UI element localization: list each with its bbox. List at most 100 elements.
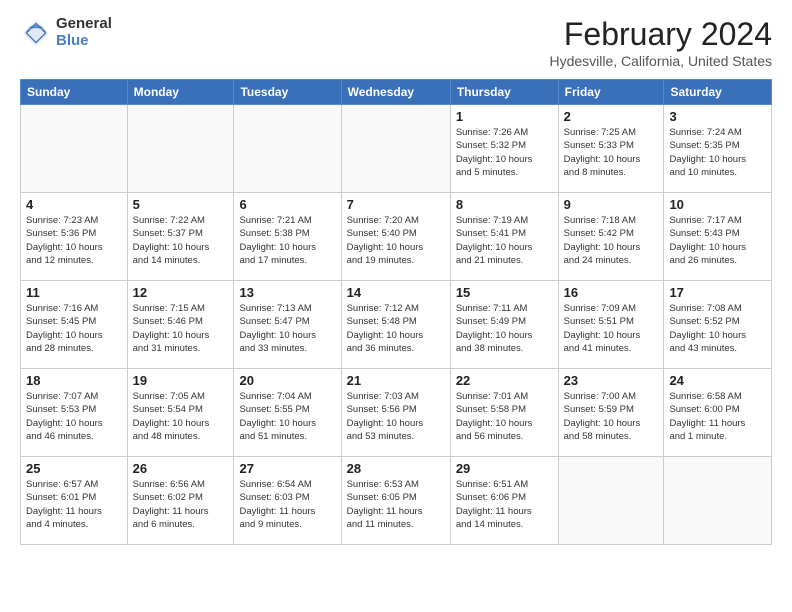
header-tuesday: Tuesday	[234, 80, 341, 105]
header-sunday: Sunday	[21, 80, 128, 105]
day-number: 10	[669, 197, 766, 212]
header-wednesday: Wednesday	[341, 80, 450, 105]
day-number: 4	[26, 197, 122, 212]
day-number: 3	[669, 109, 766, 124]
day-number: 29	[456, 461, 553, 476]
calendar-cell	[127, 105, 234, 193]
day-number: 16	[564, 285, 659, 300]
calendar-cell: 21Sunrise: 7:03 AM Sunset: 5:56 PM Dayli…	[341, 369, 450, 457]
day-info: Sunrise: 7:16 AM Sunset: 5:45 PM Dayligh…	[26, 302, 122, 355]
day-number: 5	[133, 197, 229, 212]
day-number: 7	[347, 197, 445, 212]
day-info: Sunrise: 7:20 AM Sunset: 5:40 PM Dayligh…	[347, 214, 445, 267]
day-number: 27	[239, 461, 335, 476]
calendar-cell: 22 Sunrise: 7:01 AM Sunset: 5:58 PM Dayli…	[450, 369, 558, 457]
day-info: Sunrise: 7:13 AM Sunset: 5:47 PM Dayligh…	[239, 302, 335, 355]
day-number: 11	[26, 285, 122, 300]
day-info: Sunrise: 7:08 AM Sunset: 5:52 PM Dayligh…	[669, 302, 766, 355]
calendar-cell: 27 Sunrise: 6:54 AM Sunset: 6:03 PM Dayli…	[234, 457, 341, 545]
calendar-week-4: 25 Sunrise: 6:57 AM Sunset: 6:01 PM Dayli…	[21, 457, 772, 545]
calendar-cell: 5 Sunrise: 7:22 AM Sunset: 5:37 PM Daylig…	[127, 193, 234, 281]
calendar-cell: 3 Sunrise: 7:24 AM Sunset: 5:35 PM Daylig…	[664, 105, 772, 193]
calendar-cell: 23 Sunrise: 7:00 AM Sunset: 5:59 PM Dayli…	[558, 369, 664, 457]
calendar-cell	[21, 105, 128, 193]
calendar-cell	[341, 105, 450, 193]
day-number: 28	[347, 461, 445, 476]
calendar-cell: 18Sunrise: 7:07 AM Sunset: 5:53 PM Dayli…	[21, 369, 128, 457]
header-monday: Monday	[127, 80, 234, 105]
calendar-cell: 2 Sunrise: 7:25 AM Sunset: 5:33 PM Daylig…	[558, 105, 664, 193]
day-info: Sunrise: 7:23 AM Sunset: 5:36 PM Dayligh…	[26, 214, 122, 267]
logo-text: General Blue	[56, 16, 112, 49]
day-number: 20	[239, 373, 335, 388]
calendar-cell: 20 Sunrise: 7:04 AM Sunset: 5:55 PM Dayli…	[234, 369, 341, 457]
day-number: 9	[564, 197, 659, 212]
day-number: 15	[456, 285, 553, 300]
day-info: Sunrise: 7:18 AM Sunset: 5:42 PM Dayligh…	[564, 214, 659, 267]
calendar-cell: 24Sunrise: 6:58 AM Sunset: 6:00 PM Dayli…	[664, 369, 772, 457]
calendar-cell: 8Sunrise: 7:19 AM Sunset: 5:41 PM Daylig…	[450, 193, 558, 281]
day-number: 13	[239, 285, 335, 300]
day-number: 23	[564, 373, 659, 388]
day-info: Sunrise: 7:07 AM Sunset: 5:53 PM Dayligh…	[26, 390, 122, 443]
day-info: Sunrise: 7:17 AM Sunset: 5:43 PM Dayligh…	[669, 214, 766, 267]
day-info: Sunrise: 6:53 AM Sunset: 6:05 PM Dayligh…	[347, 478, 445, 531]
logo-blue: Blue	[56, 33, 112, 50]
day-number: 2	[564, 109, 659, 124]
day-number: 26	[133, 461, 229, 476]
day-number: 21	[347, 373, 445, 388]
calendar-cell: 4 Sunrise: 7:23 AM Sunset: 5:36 PM Daylig…	[21, 193, 128, 281]
day-info: Sunrise: 7:15 AM Sunset: 5:46 PM Dayligh…	[133, 302, 229, 355]
day-info: Sunrise: 6:54 AM Sunset: 6:03 PM Dayligh…	[239, 478, 335, 531]
calendar-cell: 9 Sunrise: 7:18 AM Sunset: 5:42 PM Daylig…	[558, 193, 664, 281]
calendar-cell	[234, 105, 341, 193]
calendar-week-1: 4 Sunrise: 7:23 AM Sunset: 5:36 PM Daylig…	[21, 193, 772, 281]
day-info: Sunrise: 7:25 AM Sunset: 5:33 PM Dayligh…	[564, 126, 659, 179]
day-info: Sunrise: 7:24 AM Sunset: 5:35 PM Dayligh…	[669, 126, 766, 179]
day-number: 19	[133, 373, 229, 388]
calendar-cell: 10 Sunrise: 7:17 AM Sunset: 5:43 PM Dayli…	[664, 193, 772, 281]
day-info: Sunrise: 7:04 AM Sunset: 5:55 PM Dayligh…	[239, 390, 335, 443]
day-number: 17	[669, 285, 766, 300]
day-info: Sunrise: 7:19 AM Sunset: 5:41 PM Dayligh…	[456, 214, 553, 267]
calendar-cell	[664, 457, 772, 545]
logo-icon	[20, 17, 52, 49]
day-header-row: Sunday Monday Tuesday Wednesday Thursday…	[21, 80, 772, 105]
header-thursday: Thursday	[450, 80, 558, 105]
day-info: Sunrise: 7:12 AM Sunset: 5:48 PM Dayligh…	[347, 302, 445, 355]
day-number: 22	[456, 373, 553, 388]
day-number: 24	[669, 373, 766, 388]
logo-general: General	[56, 16, 112, 33]
calendar-cell: 28 Sunrise: 6:53 AM Sunset: 6:05 PM Dayli…	[341, 457, 450, 545]
calendar-cell: 25 Sunrise: 6:57 AM Sunset: 6:01 PM Dayli…	[21, 457, 128, 545]
day-info: Sunrise: 7:05 AM Sunset: 5:54 PM Dayligh…	[133, 390, 229, 443]
day-info: Sunrise: 7:26 AM Sunset: 5:32 PM Dayligh…	[456, 126, 553, 179]
calendar-cell: 11 Sunrise: 7:16 AM Sunset: 5:45 PM Dayli…	[21, 281, 128, 369]
calendar-week-3: 18Sunrise: 7:07 AM Sunset: 5:53 PM Dayli…	[21, 369, 772, 457]
calendar-cell: 6 Sunrise: 7:21 AM Sunset: 5:38 PM Daylig…	[234, 193, 341, 281]
location-title: Hydesville, California, United States	[549, 53, 772, 69]
calendar-week-2: 11 Sunrise: 7:16 AM Sunset: 5:45 PM Dayli…	[21, 281, 772, 369]
calendar-cell: 13 Sunrise: 7:13 AM Sunset: 5:47 PM Dayli…	[234, 281, 341, 369]
calendar-week-0: 1 Sunrise: 7:26 AM Sunset: 5:32 PM Daylig…	[21, 105, 772, 193]
title-area: February 2024 Hydesville, California, Un…	[549, 16, 772, 69]
calendar-cell	[558, 457, 664, 545]
calendar-cell: 14Sunrise: 7:12 AM Sunset: 5:48 PM Dayli…	[341, 281, 450, 369]
day-info: Sunrise: 7:00 AM Sunset: 5:59 PM Dayligh…	[564, 390, 659, 443]
day-info: Sunrise: 7:01 AM Sunset: 5:58 PM Dayligh…	[456, 390, 553, 443]
calendar-cell: 29 Sunrise: 6:51 AM Sunset: 6:06 PM Dayli…	[450, 457, 558, 545]
calendar-cell: 15 Sunrise: 7:11 AM Sunset: 5:49 PM Dayli…	[450, 281, 558, 369]
day-info: Sunrise: 7:11 AM Sunset: 5:49 PM Dayligh…	[456, 302, 553, 355]
calendar-cell: 19 Sunrise: 7:05 AM Sunset: 5:54 PM Dayli…	[127, 369, 234, 457]
day-number: 6	[239, 197, 335, 212]
calendar-table: Sunday Monday Tuesday Wednesday Thursday…	[20, 79, 772, 545]
calendar-cell: 12Sunrise: 7:15 AM Sunset: 5:46 PM Dayli…	[127, 281, 234, 369]
day-number: 1	[456, 109, 553, 124]
day-info: Sunrise: 6:56 AM Sunset: 6:02 PM Dayligh…	[133, 478, 229, 531]
day-info: Sunrise: 6:57 AM Sunset: 6:01 PM Dayligh…	[26, 478, 122, 531]
calendar-cell: 26 Sunrise: 6:56 AM Sunset: 6:02 PM Dayli…	[127, 457, 234, 545]
day-info: Sunrise: 7:21 AM Sunset: 5:38 PM Dayligh…	[239, 214, 335, 267]
day-number: 25	[26, 461, 122, 476]
day-info: Sunrise: 6:51 AM Sunset: 6:06 PM Dayligh…	[456, 478, 553, 531]
day-info: Sunrise: 7:22 AM Sunset: 5:37 PM Dayligh…	[133, 214, 229, 267]
